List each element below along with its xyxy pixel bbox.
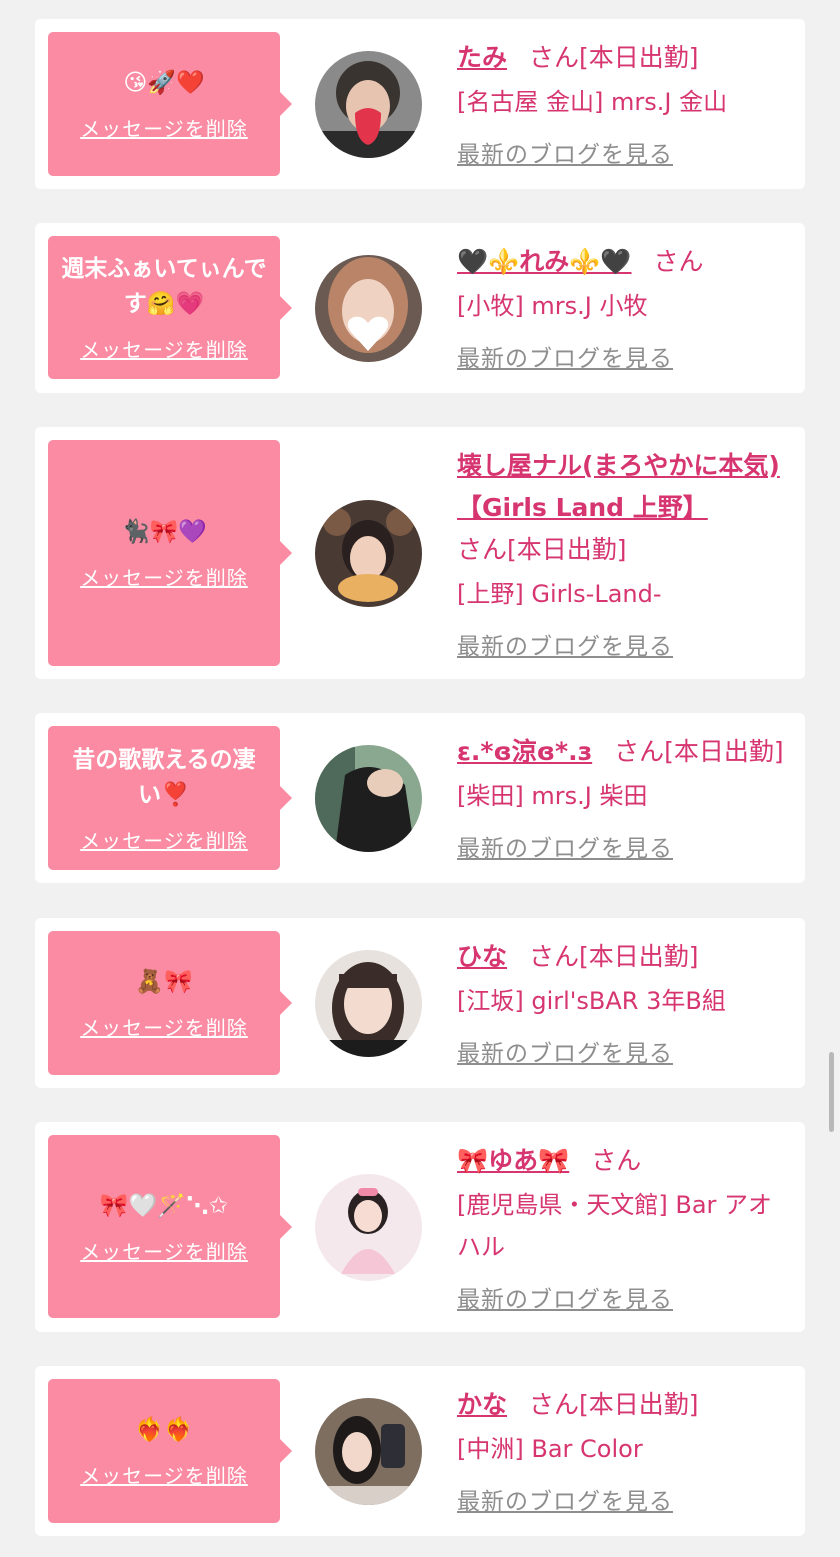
message-text: ❤️‍🔥❤️‍🔥 [135, 1417, 193, 1443]
avatar[interactable] [315, 745, 422, 852]
avatar[interactable] [315, 950, 422, 1057]
message-text: 昔の歌歌えるの凄い❣️ [72, 746, 256, 808]
name-line: ひな さん[本日出勤] [457, 936, 792, 978]
message-list: 😘🚀❤️ メッセージを削除 たみ さん[本日出勤] [名古屋 金山] mrs.J … [0, 0, 840, 1557]
delete-message-link[interactable]: メッセージを削除 [80, 825, 248, 854]
cast-status: さん[本日出勤] [529, 1390, 699, 1419]
scrollbar[interactable] [829, 1052, 834, 1132]
delete-message-link[interactable]: メッセージを削除 [80, 562, 248, 591]
shop-name: [名古屋 金山] mrs.J 金山 [457, 88, 728, 116]
cast-name-link[interactable]: ひな [457, 942, 507, 971]
message-bubble: 昔の歌歌えるの凄い❣️ メッセージを削除 [48, 726, 292, 870]
delete-message-link[interactable]: メッセージを削除 [80, 113, 248, 142]
message-card: 🐈‍⬛🎀💜 メッセージを削除 壊し屋ナル(まろやかに本気)【Girls Land… [35, 427, 805, 679]
blog-link[interactable]: 最新のブログを見る [457, 1034, 673, 1068]
message-text: 😘🚀❤️ [123, 70, 205, 96]
blog-link[interactable]: 最新のブログを見る [457, 339, 673, 373]
message-bubble: 😘🚀❤️ メッセージを削除 [48, 32, 292, 176]
cast-status: さん [591, 1146, 642, 1175]
shop-name: [上野] Girls-Land- [457, 580, 662, 608]
card-info: かな さん[本日出勤] [中洲] Bar Color 最新のブログを見る [457, 1384, 792, 1516]
card-info: たみ さん[本日出勤] [名古屋 金山] mrs.J 金山 最新のブログを見る [457, 37, 792, 169]
name-line: ε.*ɞ涼ɞ*.з さん[本日出勤] [457, 731, 792, 773]
blog-link[interactable]: 最新のブログを見る [457, 1482, 673, 1516]
cast-status: さん[本日出勤] [614, 737, 784, 766]
message-card: 🎀🤍🪄⋱✩ メッセージを削除 🎀ゆあ🎀 さん [鹿児島県・天文館] Bar アオハ… [35, 1122, 805, 1332]
message-bubble: 🧸🎀 メッセージを削除 [48, 931, 292, 1075]
shop-name: [江坂] girl'sBAR 3年B組 [457, 987, 726, 1015]
card-info: 🎀ゆあ🎀 さん [鹿児島県・天文館] Bar アオハル 最新のブログを見る [457, 1140, 792, 1314]
message-bubble: 週末ふぁいてぃんです🤗💗 メッセージを削除 [48, 236, 292, 379]
card-info: ε.*ɞ涼ɞ*.з さん[本日出勤] [柴田] mrs.J 柴田 最新のブログを見… [457, 731, 792, 863]
delete-message-link[interactable]: メッセージを削除 [80, 1236, 248, 1265]
message-card: 週末ふぁいてぃんです🤗💗 メッセージを削除 🖤⚜️れみ⚜️🖤 さん [小牧] mr… [35, 223, 805, 393]
message-text: 🧸🎀 [135, 969, 193, 995]
avatar[interactable] [315, 500, 422, 607]
message-bubble: 🐈‍⬛🎀💜 メッセージを削除 [48, 440, 292, 666]
shop-name: [鹿児島県・天文館] Bar アオハル [457, 1191, 773, 1261]
message-text: 🎀🤍🪄⋱✩ [99, 1192, 229, 1219]
name-line: かな さん[本日出勤] [457, 1384, 792, 1426]
cast-status: さん[本日出勤] [529, 942, 699, 971]
cast-name-link[interactable]: ε.*ɞ涼ɞ*.з [457, 737, 592, 766]
name-line: 🎀ゆあ🎀 さん [457, 1140, 792, 1182]
cast-status: さん [653, 247, 704, 276]
name-line: 🖤⚜️れみ⚜️🖤 さん [457, 241, 792, 283]
shop-name: [小牧] mrs.J 小牧 [457, 292, 648, 320]
avatar[interactable] [315, 1174, 422, 1281]
cast-status: さん[本日出勤] [457, 535, 627, 564]
delete-message-link[interactable]: メッセージを削除 [80, 1460, 248, 1489]
message-card: 🧸🎀 メッセージを削除 ひな さん[本日出勤] [江坂] girl'sBAR 3年… [35, 918, 805, 1088]
cast-name-link[interactable]: 壊し屋ナル(まろやかに本気)【Girls Land 上野】 [457, 451, 780, 522]
message-text: 🐈‍⬛🎀💜 [121, 519, 207, 545]
cast-name-link[interactable]: かな [457, 1390, 507, 1419]
cast-name-link[interactable]: 🖤⚜️れみ⚜️🖤 [457, 247, 632, 276]
card-info: ひな さん[本日出勤] [江坂] girl'sBAR 3年B組 最新のブログを見る [457, 936, 792, 1068]
avatar[interactable] [315, 1398, 422, 1505]
message-text: 週末ふぁいてぃんです🤗💗 [61, 256, 267, 317]
blog-link[interactable]: 最新のブログを見る [457, 627, 673, 661]
name-line: たみ さん[本日出勤] [457, 37, 792, 79]
message-bubble: ❤️‍🔥❤️‍🔥 メッセージを削除 [48, 1379, 292, 1523]
cast-name-link[interactable]: たみ [457, 43, 507, 72]
delete-message-link[interactable]: メッセージを削除 [80, 334, 248, 363]
shop-name: [中洲] Bar Color [457, 1435, 643, 1463]
message-card: ❤️‍🔥❤️‍🔥 メッセージを削除 かな さん[本日出勤] [中洲] Bar Co… [35, 1366, 805, 1536]
avatar[interactable] [315, 51, 422, 158]
shop-name: [柴田] mrs.J 柴田 [457, 782, 648, 810]
blog-link[interactable]: 最新のブログを見る [457, 1280, 673, 1314]
avatar[interactable] [315, 255, 422, 362]
message-card: 昔の歌歌えるの凄い❣️ メッセージを削除 ε.*ɞ涼ɞ*.з さん[本日出勤] [… [35, 713, 805, 883]
cast-status: さん[本日出勤] [529, 43, 699, 72]
delete-message-link[interactable]: メッセージを削除 [80, 1012, 248, 1041]
blog-link[interactable]: 最新のブログを見る [457, 135, 673, 169]
message-bubble: 🎀🤍🪄⋱✩ メッセージを削除 [48, 1135, 292, 1318]
cast-name-link[interactable]: 🎀ゆあ🎀 [457, 1146, 569, 1175]
blog-link[interactable]: 最新のブログを見る [457, 829, 673, 863]
message-card: 😘🚀❤️ メッセージを削除 たみ さん[本日出勤] [名古屋 金山] mrs.J … [35, 19, 805, 189]
card-info: 🖤⚜️れみ⚜️🖤 さん [小牧] mrs.J 小牧 最新のブログを見る [457, 241, 792, 373]
card-info: 壊し屋ナル(まろやかに本気)【Girls Land 上野】さん[本日出勤] [上… [457, 445, 792, 661]
name-line: 壊し屋ナル(まろやかに本気)【Girls Land 上野】さん[本日出勤] [457, 445, 792, 571]
